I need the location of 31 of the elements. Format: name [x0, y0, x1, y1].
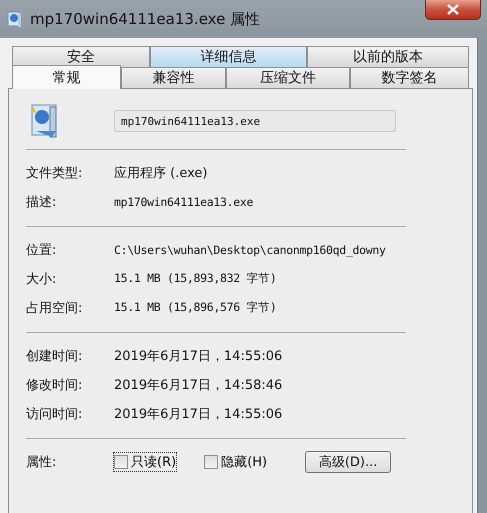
tab[interactable]: 兼容性: [121, 67, 226, 88]
tab[interactable]: 安全: [12, 46, 150, 67]
checkbox[interactable]: 只读(R): [114, 452, 176, 470]
field-label: 占用空间:: [26, 300, 84, 316]
field-value: 2019年6月17日，14:55:06: [114, 348, 282, 364]
tab[interactable]: 详细信息: [150, 46, 307, 67]
field-label: 访问时间:: [26, 406, 84, 422]
file-name-field[interactable]: mp170win64111ea13.exe: [114, 110, 396, 132]
field-label: 位置:: [26, 242, 58, 258]
checkbox[interactable]: 隐藏(H): [204, 452, 268, 470]
field-value: 2019年6月17日，14:58:46: [114, 376, 282, 394]
tab[interactable]: 压缩文件: [226, 67, 350, 88]
window-title: mp170win64111ea13.exe 属性: [30, 10, 262, 28]
field-label: 修改时间:: [26, 376, 84, 394]
close-button[interactable]: [425, 0, 481, 20]
field-label: 大小:: [26, 270, 58, 288]
tab[interactable]: 以前的版本: [306, 46, 469, 67]
field-value: C:\Users\wuhan\Desktop\canonmp160qd_downy: [114, 242, 386, 256]
field-label: 属性:: [26, 454, 58, 470]
close-icon: [447, 4, 459, 15]
tab[interactable]: 数字签名: [350, 67, 469, 88]
advanced-button[interactable]: 高级(D)...: [305, 450, 392, 472]
field-label: 描述:: [26, 194, 58, 210]
field-label: 创建时间:: [26, 348, 84, 364]
field-value: 15.1 MB (15,896,576 字节): [114, 300, 276, 315]
field-value: 应用程序 (.exe): [114, 164, 208, 182]
tab[interactable]: 常规: [12, 65, 122, 89]
field-label: 文件类型:: [26, 164, 84, 182]
field-value: 15.1 MB (15,893,832 字节): [114, 271, 276, 286]
field-value: 2019年6月17日，14:55:06: [114, 406, 282, 422]
field-value: mp170win64111ea13.exe: [114, 194, 254, 208]
